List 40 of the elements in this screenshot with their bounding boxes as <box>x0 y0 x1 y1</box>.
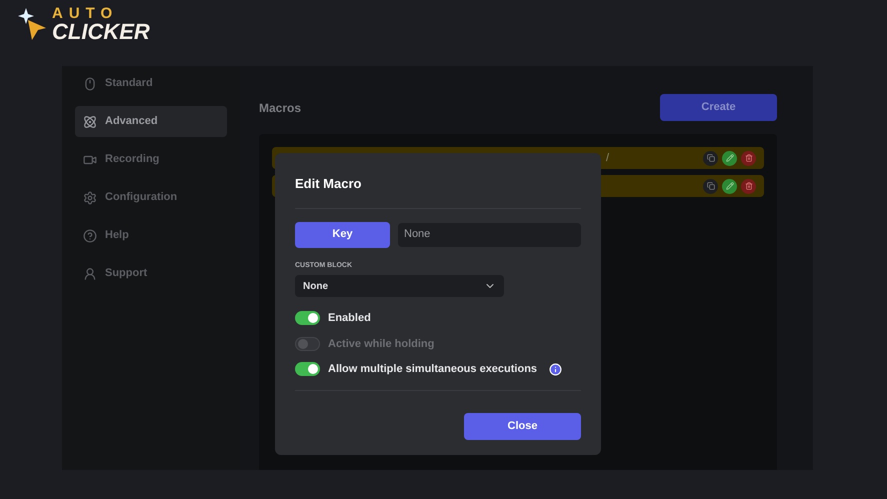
mouse-icon <box>83 76 97 90</box>
help-icon <box>83 228 97 242</box>
edit-button[interactable] <box>722 150 737 166</box>
custom-block-dropdown[interactable]: None <box>295 275 504 297</box>
delete-button[interactable] <box>741 178 756 194</box>
atom-icon <box>83 114 97 128</box>
person-icon <box>83 266 97 280</box>
info-icon[interactable] <box>549 362 562 376</box>
sidebar-item[interactable]: Recording <box>75 144 227 175</box>
edit-button[interactable] <box>722 178 737 194</box>
section-title: Macros <box>259 100 302 116</box>
copy-icon <box>706 182 714 190</box>
dialog-title: Edit Macro <box>295 175 362 193</box>
trash-icon <box>744 182 752 190</box>
key-field[interactable]: None <box>398 222 581 246</box>
create-button[interactable]: Create <box>660 94 777 121</box>
option-label: Enabled <box>328 311 371 326</box>
trash-icon <box>744 154 752 162</box>
copy-button[interactable] <box>703 150 718 166</box>
sidebar-item[interactable]: Standard <box>75 68 227 99</box>
copy-button[interactable] <box>703 178 718 194</box>
settings-icon <box>83 190 97 204</box>
delete-button[interactable] <box>741 150 756 166</box>
sidebar-item[interactable]: Advanced <box>75 106 227 137</box>
macro-text: / <box>606 150 610 166</box>
key-button[interactable]: Key <box>295 222 390 248</box>
close-button[interactable]: Close <box>464 412 581 440</box>
pencil-icon <box>726 182 734 190</box>
toggle-switch[interactable] <box>295 311 320 326</box>
toggle-switch[interactable] <box>295 362 320 376</box>
sidebar-item[interactable]: Configuration <box>75 182 227 213</box>
option-label: Active while holding <box>328 336 434 352</box>
sidebar-item[interactable]: Support <box>75 258 227 289</box>
pencil-icon <box>726 154 734 162</box>
sidebar-item[interactable]: Help <box>75 220 227 251</box>
copy-icon <box>706 154 714 162</box>
logo-text: CLICKER <box>52 21 150 43</box>
option-label: Allow multiple simultaneous executions <box>328 362 538 377</box>
cursor-star-icon <box>18 6 48 42</box>
logo-text: AUTO <box>52 6 120 21</box>
